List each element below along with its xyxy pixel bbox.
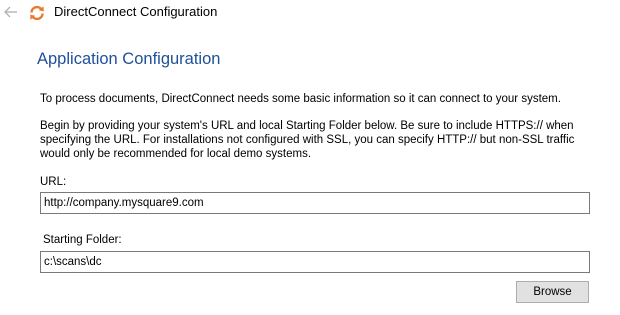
sync-icon	[28, 4, 46, 22]
url-input[interactable]	[40, 192, 590, 214]
title-bar: DirectConnect Configuration	[0, 0, 620, 26]
instructions-text: Begin by providing your system's URL and…	[40, 119, 610, 161]
starting-folder-input[interactable]	[40, 251, 590, 273]
instructions-line: Begin by providing your system's URL and…	[40, 120, 574, 132]
window-title: DirectConnect Configuration	[54, 4, 218, 19]
back-arrow-icon[interactable]	[4, 5, 18, 19]
browse-button[interactable]: Browse	[516, 281, 589, 303]
page-title: Application Configuration	[37, 50, 221, 68]
intro-text: To process documents, DirectConnect need…	[40, 93, 561, 105]
starting-folder-label: Starting Folder:	[43, 234, 122, 246]
instructions-line: specifying the URL. For installations no…	[40, 134, 575, 146]
url-label: URL:	[40, 176, 67, 188]
instructions-line: would only be recommended for local demo…	[40, 148, 312, 160]
